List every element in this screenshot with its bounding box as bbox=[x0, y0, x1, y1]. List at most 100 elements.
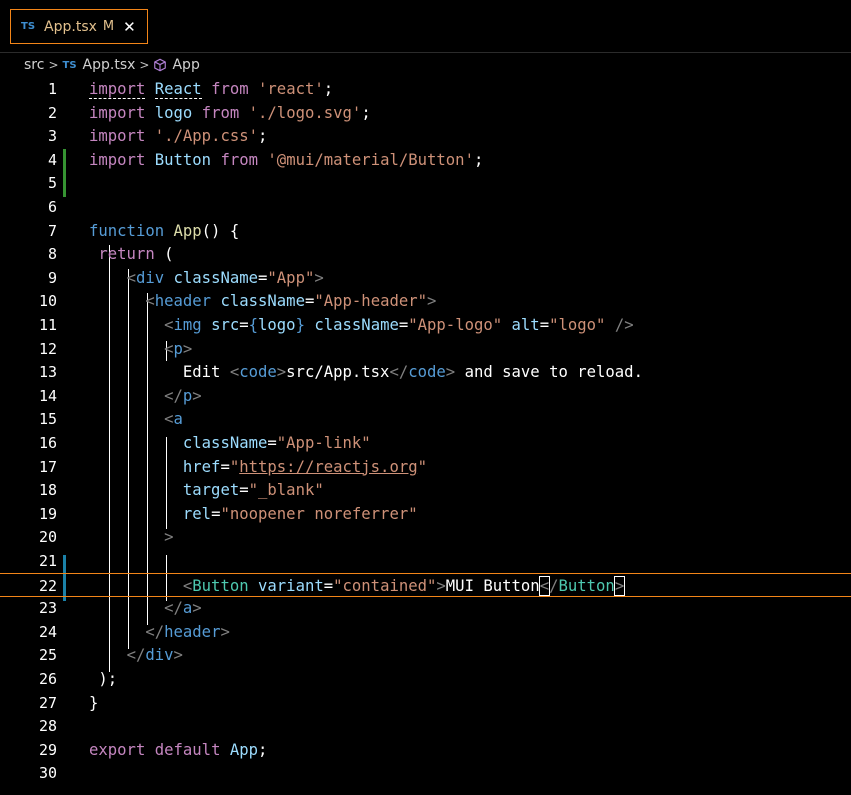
code-token: "noopener noreferrer" bbox=[220, 504, 418, 523]
code-line[interactable]: 2 import logo from './logo.svg'; bbox=[0, 101, 851, 125]
code-text: ); bbox=[89, 667, 117, 691]
code-line[interactable]: 12 <p> bbox=[0, 337, 851, 361]
code-line[interactable]: 1 import React from 'react'; bbox=[0, 77, 851, 101]
code-token: from bbox=[192, 103, 249, 122]
code-line[interactable]: 22 <Button variant="contained">MUI Butto… bbox=[0, 572, 851, 597]
code-line[interactable]: 17 href="https://reactjs.org" bbox=[0, 455, 851, 479]
code-token: = bbox=[239, 481, 249, 500]
line-number: 16 bbox=[38, 434, 57, 452]
code-line[interactable]: 15 <a bbox=[0, 407, 851, 431]
code-line[interactable]: 20 > bbox=[0, 525, 851, 549]
code-token: App bbox=[173, 221, 202, 240]
code-text: import React from 'react'; bbox=[89, 77, 333, 101]
code-line[interactable]: 6 bbox=[0, 195, 851, 219]
code-line[interactable]: 9 <div className="App"> bbox=[0, 266, 851, 290]
line-number: 29 bbox=[38, 740, 57, 759]
code-token: < bbox=[229, 363, 240, 382]
code-line[interactable]: 4 import Button from '@mui/material/Butto… bbox=[0, 148, 851, 172]
breadcrumb-symbol-app[interactable]: App bbox=[172, 57, 199, 73]
code-text: </a> bbox=[89, 596, 202, 620]
code-line[interactable]: 27} bbox=[0, 691, 851, 715]
code-line[interactable]: 16 className="App-link" bbox=[0, 431, 851, 455]
code-token: < bbox=[538, 575, 551, 596]
code-line[interactable]: 19 rel="noopener noreferrer" bbox=[0, 502, 851, 526]
code-token: import bbox=[89, 127, 146, 146]
code-line[interactable]: 13 Edit <code>src/App.tsx</code> and sav… bbox=[0, 360, 851, 384]
line-number: 2 bbox=[47, 103, 57, 122]
code-token: './logo.svg' bbox=[248, 103, 362, 122]
breadcrumb-folder-src[interactable]: src bbox=[24, 57, 44, 73]
code-editor[interactable]: 1 import React from 'react'; 2 import logo … bbox=[0, 77, 851, 795]
code-token: </ bbox=[164, 386, 183, 405]
code-token: < bbox=[164, 316, 174, 334]
code-token: "App-header" bbox=[314, 292, 428, 311]
line-number: 17 bbox=[38, 457, 57, 476]
line-number: 24 bbox=[38, 622, 57, 641]
code-token: '@mui/material/Button' bbox=[267, 150, 474, 169]
code-token: className bbox=[182, 434, 268, 452]
code-token: logo bbox=[154, 103, 193, 122]
code-line[interactable]: 25 </div> bbox=[0, 643, 851, 667]
code-text: export default App; bbox=[89, 738, 267, 762]
line-number: 12 bbox=[38, 339, 57, 358]
code-token: div bbox=[135, 268, 165, 287]
line-number: 14 bbox=[38, 386, 57, 405]
close-icon[interactable]: ✕ bbox=[123, 18, 136, 36]
line-number: 6 bbox=[47, 198, 57, 216]
tab-filename: App.tsx bbox=[44, 18, 97, 35]
code-line[interactable]: 5 bbox=[0, 171, 851, 195]
line-number: 28 bbox=[38, 717, 57, 736]
chevron-right-icon: > bbox=[48, 58, 59, 72]
code-line[interactable]: 29 export default App; bbox=[0, 738, 851, 762]
code-token: https://reactjs.org bbox=[239, 457, 418, 476]
code-token: export bbox=[89, 740, 146, 759]
code-token: className bbox=[314, 316, 399, 334]
line-number: 8 bbox=[47, 245, 57, 264]
code-token: MUI Button bbox=[445, 576, 540, 595]
code-line[interactable]: 28 bbox=[0, 714, 851, 738]
code-line[interactable]: 3 import './App.css'; bbox=[0, 124, 851, 148]
code-line[interactable]: 10 <header className="App-header"> bbox=[0, 289, 851, 313]
code-line[interactable]: 18 target="_blank" bbox=[0, 478, 851, 502]
code-text: <a bbox=[89, 407, 183, 431]
line-number: 11 bbox=[38, 316, 57, 334]
code-token: { bbox=[248, 316, 259, 334]
code-line[interactable]: 23 </a> bbox=[0, 596, 851, 620]
code-line[interactable]: 11 <img src={logo} className="App-logo" … bbox=[0, 313, 851, 337]
code-line[interactable]: 30 bbox=[0, 761, 851, 785]
line-number: 27 bbox=[38, 693, 57, 712]
code-token: < bbox=[182, 576, 193, 595]
code-text: <img src={logo} className="App-logo" alt… bbox=[89, 313, 634, 337]
code-token: Edit bbox=[89, 363, 230, 382]
line-number: 22 bbox=[38, 576, 57, 595]
code-token: src/App.tsx bbox=[286, 363, 390, 382]
code-token: ; bbox=[323, 80, 334, 98]
code-token: > bbox=[192, 386, 202, 405]
code-token: "contained" bbox=[333, 576, 437, 595]
breadcrumb-file-app-tsx[interactable]: App.tsx bbox=[83, 57, 136, 73]
code-line[interactable]: 26 ); bbox=[0, 667, 851, 691]
code-token: ( bbox=[154, 245, 174, 264]
code-line[interactable]: 21 bbox=[0, 549, 851, 573]
code-line[interactable]: 14 </p> bbox=[0, 384, 851, 408]
code-line[interactable]: 8 return ( bbox=[0, 242, 851, 266]
code-line[interactable]: 7 function App() { bbox=[0, 219, 851, 243]
code-token: alt bbox=[511, 316, 540, 334]
code-line[interactable]: 24 </header> bbox=[0, 620, 851, 644]
tab-app-tsx[interactable]: TS App.tsx M ✕ bbox=[10, 9, 148, 44]
code-token: "_blank" bbox=[248, 481, 324, 500]
